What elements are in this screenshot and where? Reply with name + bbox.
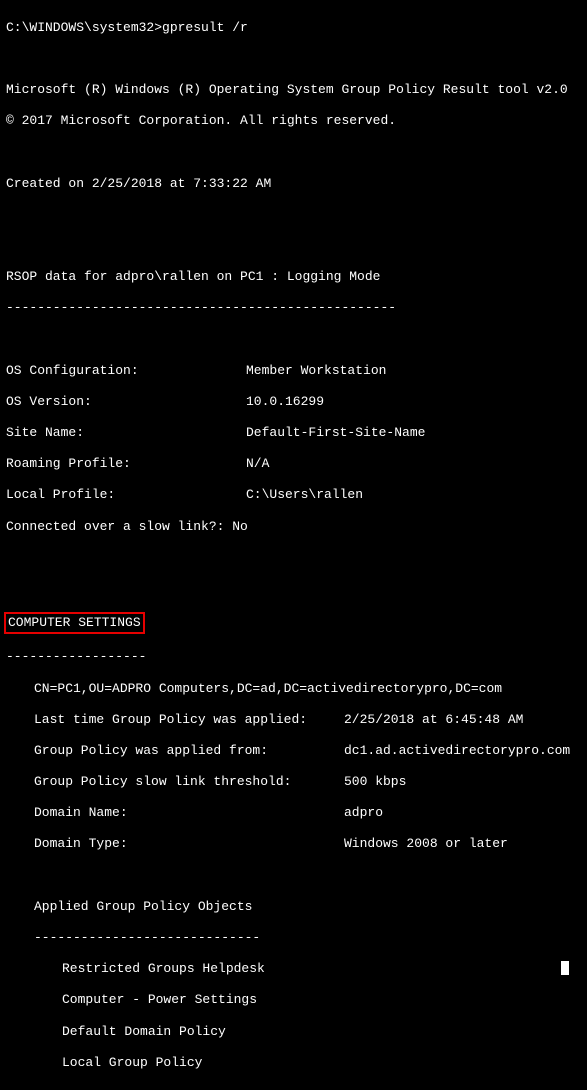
rsop-line: RSOP data for adpro\rallen on PC1 : Logg…: [6, 269, 581, 285]
os-version-label: OS Version:: [6, 394, 246, 410]
gpo-item-label: Restricted Groups Helpdesk: [62, 961, 265, 976]
created-on-line: Created on ‎2/‎25/‎2018 at 7:33:22 AM: [6, 176, 581, 192]
roaming-profile-value: N/A: [246, 456, 269, 472]
slow-link-threshold-row: Group Policy slow link threshold:500 kbp…: [6, 774, 581, 790]
site-name-label: Site Name:: [6, 425, 246, 441]
gpo-item: Default Domain Policy: [6, 1024, 581, 1040]
os-config-label: OS Configuration:: [6, 363, 246, 379]
os-version-row: OS Version:10.0.16299: [6, 394, 581, 410]
domain-type-value: Windows 2008 or later: [344, 836, 508, 852]
site-name-row: Site Name:Default-First-Site-Name: [6, 425, 581, 441]
os-version-value: 10.0.16299: [246, 394, 324, 410]
blank-line: [6, 144, 581, 160]
computer-settings-dashes: ------------------: [6, 649, 581, 665]
os-config-row: OS Configuration:Member Workstation: [6, 363, 581, 379]
site-name-value: Default-First-Site-Name: [246, 425, 425, 441]
computer-settings-heading: COMPUTER SETTINGS: [4, 612, 145, 634]
cn-line: CN=PC1,OU=ADPRO Computers,DC=ad,DC=activ…: [6, 681, 581, 697]
slow-link-label: Connected over a slow link?:: [6, 519, 224, 534]
blank-line: [6, 207, 581, 223]
rsop-dashes: ----------------------------------------…: [6, 300, 581, 316]
copyright-line: © 2017 Microsoft Corporation. All rights…: [6, 113, 581, 129]
last-applied-row: Last time Group Policy was applied:2/25/…: [6, 712, 581, 728]
os-config-value: Member Workstation: [246, 363, 386, 379]
domain-name-label: Domain Name:: [34, 805, 344, 821]
blank-line: [6, 51, 581, 67]
blank-line: [6, 550, 581, 566]
prompt-path: C:\WINDOWS\system32>: [6, 20, 162, 35]
domain-name-value: adpro: [344, 805, 383, 821]
roaming-profile-label: Roaming Profile:: [6, 456, 246, 472]
slow-link-threshold-label: Group Policy slow link threshold:: [34, 774, 344, 790]
gpo-item: Local Group Policy: [6, 1055, 581, 1071]
blank-line: [6, 331, 581, 347]
applied-from-row: Group Policy was applied from:dc1.ad.act…: [6, 743, 581, 759]
slow-link-value: No: [232, 519, 248, 534]
blank-line: [6, 238, 581, 254]
slow-link-row: Connected over a slow link?: No: [6, 519, 581, 535]
domain-name-row: Domain Name:adpro: [6, 805, 581, 821]
terminal-output: C:\WINDOWS\system32>gpresult /r Microsof…: [0, 0, 587, 1090]
blank-line: [6, 581, 581, 597]
applied-from-label: Group Policy was applied from:: [34, 743, 344, 759]
domain-type-row: Domain Type:Windows 2008 or later: [6, 836, 581, 852]
local-profile-label: Local Profile:: [6, 487, 246, 503]
last-applied-label: Last time Group Policy was applied:: [34, 712, 344, 728]
applied-from-value: dc1.ad.activedirectorypro.com: [344, 743, 570, 759]
gpo-item: Restricted Groups Helpdesk: [6, 961, 581, 977]
blank-line: [6, 868, 581, 884]
roaming-profile-row: Roaming Profile:N/A: [6, 456, 581, 472]
local-profile-row: Local Profile:C:\Users\rallen: [6, 487, 581, 503]
tool-header: Microsoft (R) Windows (R) Operating Syst…: [6, 82, 581, 98]
applied-gpo-heading: Applied Group Policy Objects: [6, 899, 581, 915]
slow-link-threshold-value: 500 kbps: [344, 774, 406, 790]
command-prompt-line: C:\WINDOWS\system32>gpresult /r: [6, 20, 581, 36]
applied-gpo-dashes: -----------------------------: [6, 930, 581, 946]
command-text: gpresult /r: [162, 20, 248, 35]
gpo-item: Computer - Power Settings: [6, 992, 581, 1008]
local-profile-value: C:\Users\rallen: [246, 487, 363, 503]
computer-settings-heading-line: COMPUTER SETTINGS: [6, 612, 581, 634]
last-applied-value: 2/25/2018 at 6:45:48 AM: [344, 712, 523, 728]
cursor-icon: [561, 961, 569, 975]
domain-type-label: Domain Type:: [34, 836, 344, 852]
